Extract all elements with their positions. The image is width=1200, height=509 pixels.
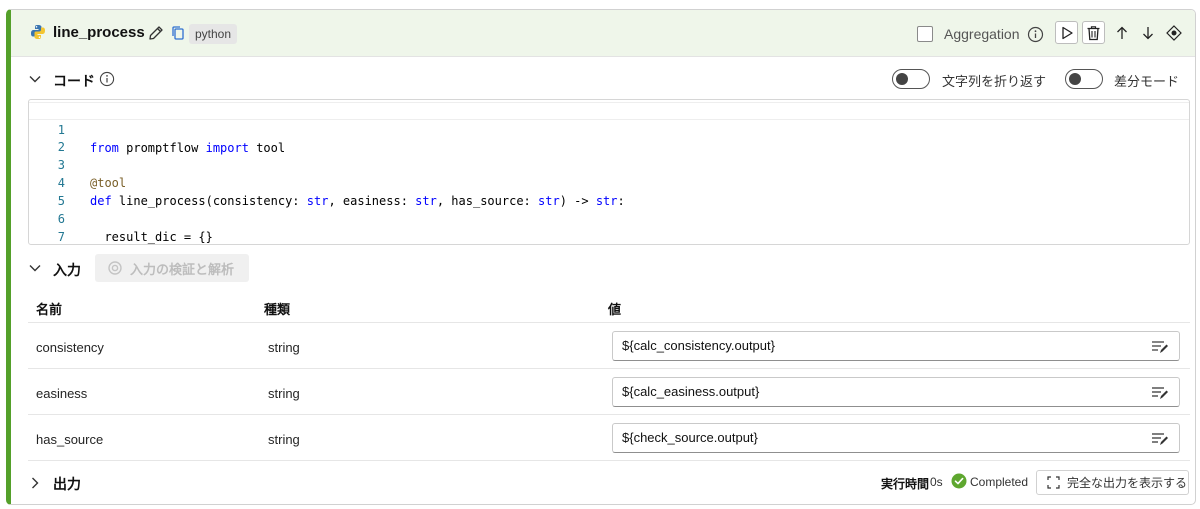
node-header: line_process python Aggregation [11, 10, 1195, 57]
outputs-section-title: 出力 [53, 476, 81, 492]
input-value-field[interactable]: ${check_source.output} [612, 423, 1180, 453]
run-button[interactable] [1055, 21, 1078, 44]
diff-mode-label: 差分モード [1114, 74, 1180, 89]
locate-icon [1165, 24, 1182, 41]
input-value-field[interactable]: ${calc_easiness.output} [612, 377, 1180, 407]
edit-value-icon[interactable] [1151, 431, 1169, 447]
code-line: 4 def line_process(consistency: str, eas… [29, 156, 1189, 208]
code-section-chevron-down-icon[interactable] [28, 72, 42, 86]
move-down-button[interactable] [1136, 21, 1159, 44]
code-line: 8 result_dic['easiness'] = int(easiness) [29, 228, 1189, 244]
node-name: line_process [53, 24, 145, 41]
diff-mode-toggle[interactable] [1065, 69, 1103, 89]
validate-inputs-label: 入力の検証と解析 [130, 261, 235, 277]
input-value-field[interactable]: ${calc_consistency.output} [612, 331, 1180, 361]
delete-button[interactable] [1082, 21, 1105, 44]
edit-pencil-icon[interactable] [148, 25, 164, 41]
divider [28, 460, 1190, 461]
arrow-down-icon [1142, 26, 1153, 39]
code-line: 7 result_dic['consistency'] = int(consis… [29, 210, 1189, 244]
code-section-title: コード [53, 73, 95, 89]
exec-time-value: 0s [930, 475, 943, 489]
wrap-text-label: 文字列を折り返す [942, 74, 1047, 89]
input-name: consistency [36, 340, 104, 355]
code-line: 5 [29, 174, 1189, 208]
column-header-value: 値 [608, 302, 622, 317]
validate-icon [108, 261, 122, 275]
column-header-name: 名前 [36, 302, 63, 317]
fullscreen-icon [1047, 476, 1060, 489]
locate-node-button[interactable] [1162, 21, 1185, 44]
arrow-up-icon [1116, 26, 1127, 39]
input-value-text: ${calc_consistency.output} [622, 338, 775, 353]
aggregation-checkbox[interactable] [917, 26, 933, 42]
code-editor[interactable]: 1 from promptflow import tool 2 3 @tool … [28, 99, 1190, 245]
code-line: 6 result_dic = {} [29, 192, 1189, 244]
inputs-section-chevron-down-icon[interactable] [28, 261, 42, 275]
view-full-output-button[interactable]: 完全な出力を表示する [1036, 470, 1189, 495]
aggregation-info-icon[interactable] [1027, 26, 1044, 43]
play-icon [1061, 26, 1073, 39]
language-badge: python [189, 24, 238, 44]
column-header-type: 種類 [264, 302, 291, 317]
copy-icon[interactable] [170, 25, 186, 41]
input-name: easiness [36, 386, 88, 401]
divider [28, 414, 1190, 415]
divider [28, 322, 1190, 323]
inputs-section-title: 入力 [53, 262, 81, 278]
input-type: string [268, 386, 300, 401]
code-line: 2 [29, 120, 1189, 154]
node-card: line_process python Aggregation コード 文字列を… [6, 9, 1196, 505]
input-value-text: ${calc_easiness.output} [622, 384, 760, 399]
edit-value-icon[interactable] [1151, 385, 1169, 401]
view-full-output-label: 完全な出力を表示する [1067, 476, 1188, 490]
input-type: string [268, 432, 300, 447]
edit-value-icon[interactable] [1151, 339, 1169, 355]
outputs-section-chevron-right-icon[interactable] [28, 476, 42, 490]
code-info-icon[interactable] [99, 71, 115, 87]
validate-inputs-button[interactable]: 入力の検証と解析 [95, 254, 249, 282]
input-value-text: ${check_source.output} [622, 430, 758, 445]
input-type: string [268, 340, 300, 355]
trash-icon [1087, 25, 1100, 40]
python-icon [31, 25, 45, 39]
exec-time-label: 実行時間 [881, 477, 930, 491]
code-line: 1 from promptflow import tool [29, 102, 1189, 155]
check-circle-icon [951, 473, 967, 489]
input-name: has_source [36, 432, 104, 447]
move-up-button[interactable] [1110, 21, 1133, 44]
aggregation-label: Aggregation [944, 26, 1020, 42]
divider [28, 368, 1190, 369]
wrap-text-toggle[interactable] [892, 69, 930, 89]
status-text: Completed [970, 475, 1029, 489]
code-line: 3 @tool [29, 138, 1189, 190]
